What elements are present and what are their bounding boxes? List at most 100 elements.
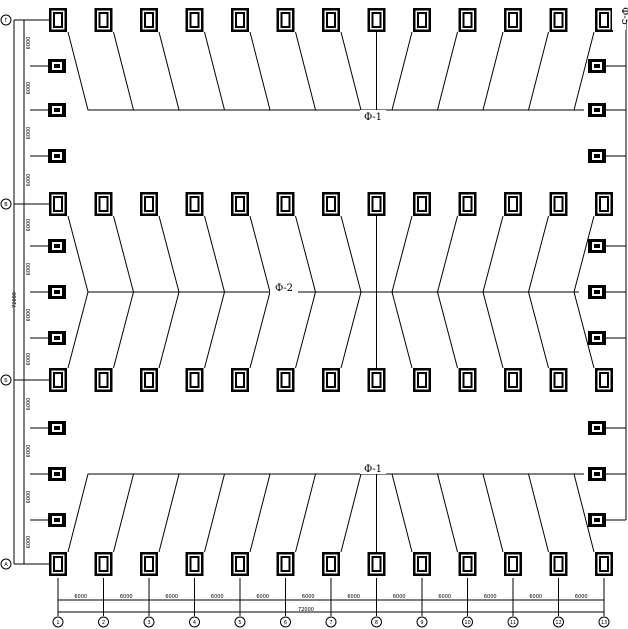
bay-dim-y: 6000 <box>26 263 32 276</box>
footing <box>185 368 204 392</box>
connector-middle <box>158 291 180 369</box>
footing <box>413 192 431 216</box>
footing-core <box>100 198 107 210</box>
footing <box>322 368 340 392</box>
footing <box>185 192 204 216</box>
connector-bottom <box>391 473 413 553</box>
footing <box>549 552 568 576</box>
footing <box>367 192 386 216</box>
connector-middle <box>113 291 134 369</box>
column-axis-bubble: 5 <box>234 616 246 628</box>
wall-footing-dot <box>54 290 60 294</box>
wall-footing <box>588 513 606 527</box>
footing <box>276 552 295 576</box>
footing <box>367 8 386 32</box>
footing-core <box>328 374 334 386</box>
footing-core <box>373 14 380 26</box>
bay-dim-x: 6000 <box>529 594 542 600</box>
footing-core <box>237 198 243 210</box>
footing-core <box>146 198 152 210</box>
footing-core <box>510 374 516 386</box>
footing <box>185 552 204 576</box>
connector-middle <box>482 215 504 293</box>
footing-core <box>55 14 61 26</box>
footing-core <box>282 374 289 386</box>
bay-dim-y: 6000 <box>26 37 32 50</box>
bubble-label: 2 <box>102 620 105 626</box>
connector-middle <box>391 291 413 369</box>
connector-middle <box>482 291 504 369</box>
footing <box>549 8 568 32</box>
bay-dim-x: 6000 <box>256 594 269 600</box>
footing-core <box>55 558 61 570</box>
wall-footing-dot <box>54 336 60 340</box>
connector-top <box>340 31 362 111</box>
footing-core <box>419 374 425 386</box>
wall-footing <box>588 149 606 163</box>
dimensions: 6000 6000 6000 6000 6000 6000 6000 6000 6000 6000… <box>12 37 588 613</box>
footing-core <box>282 14 289 26</box>
connector-middle <box>573 215 595 293</box>
footing <box>140 192 158 216</box>
connector-top <box>528 31 549 111</box>
footing-core <box>373 198 380 210</box>
footing-core <box>555 374 562 386</box>
footing-core <box>464 374 471 386</box>
footing <box>458 552 477 576</box>
connector-middle <box>437 291 458 369</box>
bubble-label: 11 <box>510 620 516 626</box>
footing <box>49 552 67 576</box>
connector-top <box>67 31 89 111</box>
wall-footing-dot <box>54 244 60 248</box>
connector-middle <box>204 291 225 369</box>
connector-bottom <box>158 473 180 553</box>
wall-footing-dot <box>54 108 60 112</box>
tag-top: Ф-1 <box>364 112 382 123</box>
wall-footing-dot <box>594 154 600 158</box>
footing-core <box>510 558 516 570</box>
footing-core <box>146 14 152 26</box>
footing-core <box>510 198 516 210</box>
footing-core <box>601 198 607 210</box>
bubble-label: 5 <box>238 620 241 626</box>
footing <box>595 552 613 576</box>
wall-footing <box>48 467 66 481</box>
row-axis-bubble: Б <box>0 374 12 386</box>
bay-dim-x: 6000 <box>74 594 87 600</box>
column-axis-bubble: 3 <box>143 616 155 628</box>
footing-core <box>100 558 107 570</box>
axis-bubbles: ГВБА1 2 3 4 5 6 7 8 9 10 11 12 13 <box>0 14 610 628</box>
column-axis-bubble: 7 <box>325 616 337 628</box>
footing <box>94 8 113 32</box>
bay-dim-y: 6000 <box>26 491 32 504</box>
wall-footing-dot <box>594 472 600 476</box>
column-axis-bubble: 9 <box>416 616 428 628</box>
bay-dim-x: 6000 <box>211 594 224 600</box>
footing-core <box>328 558 334 570</box>
overall-dim-x: 72000 <box>298 607 314 613</box>
footing <box>413 8 431 32</box>
wall-footing-dot <box>54 426 60 430</box>
bay-dim-x: 6000 <box>438 594 451 600</box>
footing-core <box>373 558 380 570</box>
bay-dim-y: 6000 <box>26 127 32 140</box>
wall-footing <box>588 239 606 253</box>
footing <box>140 8 158 32</box>
footing <box>458 8 477 32</box>
bay-dim-x: 6000 <box>575 594 588 600</box>
footing-core <box>373 374 380 386</box>
bay-dim-x: 6000 <box>347 594 360 600</box>
footing <box>276 8 295 32</box>
footing-core <box>601 374 607 386</box>
connector-middle <box>528 291 549 369</box>
footing <box>549 368 568 392</box>
bay-dim-x: 6000 <box>393 594 406 600</box>
column-axis-bubble: 8 <box>371 616 382 628</box>
bay-dim-y: 6000 <box>26 398 32 411</box>
bay-dim-y: 6000 <box>26 353 32 366</box>
footing <box>94 368 113 392</box>
bay-dim-y: 6000 <box>26 445 32 458</box>
row-axis-bubble: А <box>0 558 12 570</box>
connector-top <box>113 31 134 111</box>
footing-core <box>419 558 425 570</box>
